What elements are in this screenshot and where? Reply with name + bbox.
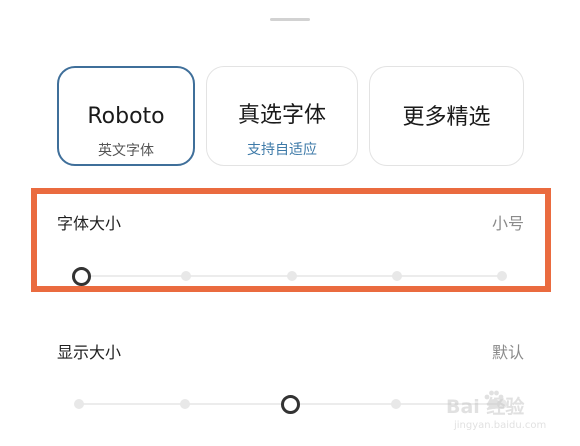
font-option-title: 更多精选 xyxy=(402,105,491,130)
font-option-zhenxuan[interactable]: 真选字体 支持自适应 xyxy=(206,66,358,166)
slider-step-dot[interactable] xyxy=(74,399,84,409)
slider-step-dot[interactable] xyxy=(391,399,402,409)
display-size-label: 显示大小 xyxy=(57,343,122,362)
highlight-annotation-box xyxy=(31,188,551,292)
font-option-subtitle: 英文字体 xyxy=(98,143,154,159)
slider-thumb[interactable] xyxy=(281,394,300,414)
font-option-title: 真选字体 xyxy=(237,103,326,128)
paw-icon xyxy=(484,390,504,409)
font-option-title: Roboto xyxy=(87,104,165,129)
sheet-drag-handle[interactable] xyxy=(270,18,310,21)
display-size-value: 默认 xyxy=(491,343,524,362)
watermark-domain: jingyan.baidu.com xyxy=(454,420,547,431)
slider-step-dot[interactable] xyxy=(179,399,190,409)
font-option-subtitle: 支持自适应 xyxy=(247,142,317,158)
font-option-roboto[interactable]: Roboto 英文字体 xyxy=(57,66,195,166)
font-option-more[interactable]: 更多精选 xyxy=(369,66,524,166)
baidu-jingyan-watermark: Bai 经验 jingyan.baidu.com xyxy=(446,388,566,440)
